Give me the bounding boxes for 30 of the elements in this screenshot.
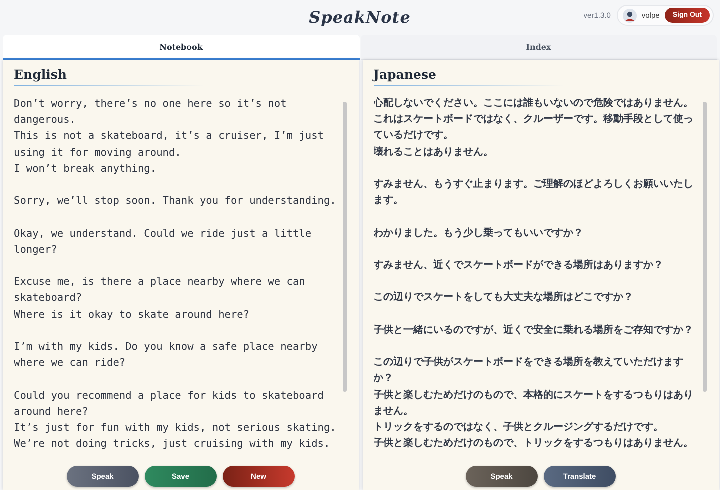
text-line: I won’t break anything. <box>14 162 158 177</box>
text-line: トリックをするのではなく、子供とクルージングするだけです。 <box>374 420 665 435</box>
tab[interactable]: Notebook <box>3 35 360 60</box>
text-line: Could you recommend a place for kids to skateboard around here? <box>14 388 325 420</box>
scrollbar[interactable] <box>703 102 707 392</box>
text-line: Sorry, we’ll stop soon. Thank you for understanding. <box>14 194 338 210</box>
text-line: Excuse me, is there a place nearby where we can skateboard? <box>14 275 306 306</box>
text-line: 壊れることはありません。 <box>374 146 495 160</box>
text-line: Don’t worry, there’s no one here so it’s not dangerous. <box>14 97 288 128</box>
text-line: This is not a skateboard, it’s a cruiser, I’m just using it for moving around. <box>14 129 325 161</box>
scrollbar[interactable] <box>342 102 347 392</box>
text-line: 子供と楽しむためだけのもので、本格的にスケートをするつもりはありません。 <box>374 388 695 419</box>
panel-heading: Japanese <box>374 67 438 82</box>
panel-heading: English <box>14 67 68 82</box>
text-line: Okay, we understand. Could we ride just a little longer? <box>14 226 313 258</box>
text-line: Where is it okay to skate around here? <box>14 308 251 323</box>
text-line: 子供と楽しむためだけのもので、トリックをするつもりはありません。 <box>374 436 695 452</box>
tab[interactable]: Index <box>360 35 717 60</box>
text-line: I’m with my kids. Do you know a safe place nearby where we can ride? <box>14 340 319 372</box>
text-line: これはスケートボードではなく、クルーザーです。移動手段として使っているだけです。 <box>374 112 695 144</box>
avatar-icon <box>622 8 637 22</box>
text-line: 子供と一緒にいるのですが、近くで安全に乗れる場所をご存知ですか？ <box>374 323 695 338</box>
text-line: この辺りでスケートをしても大丈夫な場所はどこですか？ <box>374 290 635 306</box>
text-line: わかりました。もう少し乗ってもいいですか？ <box>374 226 585 241</box>
text-line: すみません、もうすぐ止まります。ご理解のほどよろしくお願いいたします。 <box>374 178 695 208</box>
text-line: この辺りで子供がスケートボードをできる場所を教えていただけますか？ <box>374 356 685 386</box>
text-line: We’re not doing tricks, just cruising with my kids. <box>14 437 332 452</box>
text-line: It’s just for fun with my kids, not serious skating. <box>14 420 338 436</box>
text-line: すみません、近くでスケートボードができる場所はありますか？ <box>374 258 665 273</box>
app-title: SpeakNote <box>309 8 411 27</box>
